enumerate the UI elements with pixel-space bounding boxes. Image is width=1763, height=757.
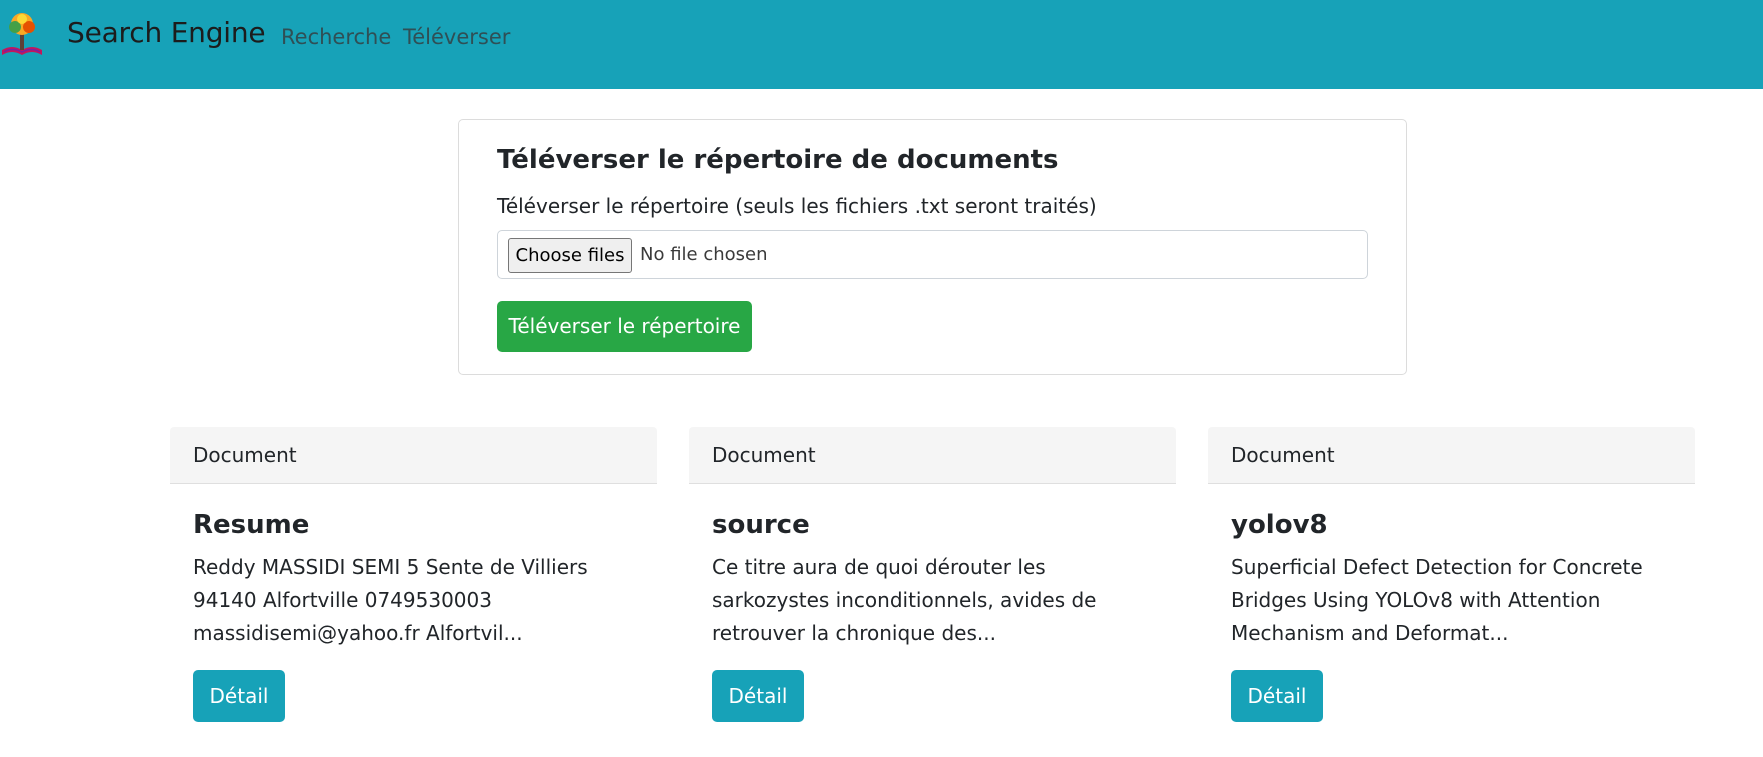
document-title: source [712, 510, 810, 540]
document-card-header: Document [1208, 427, 1695, 484]
file-status-text: No file chosen [640, 244, 768, 265]
nav-link-televerser[interactable]: Téléverser [403, 22, 510, 52]
tree-book-logo-icon[interactable] [0, 10, 44, 60]
document-card-header-label: Document [1231, 443, 1335, 467]
upload-title: Téléverser le répertoire de documents [497, 145, 1059, 175]
document-card: Document source Ce titre aura de quoi dé… [689, 427, 1176, 757]
document-card-header-label: Document [193, 443, 297, 467]
upload-directory-button[interactable]: Téléverser le répertoire [497, 301, 752, 352]
document-excerpt: Ce titre aura de quoi dérouter les sarko… [712, 555, 1097, 645]
upload-card: Téléverser le répertoire de documents Té… [458, 119, 1407, 375]
document-title: yolov8 [1231, 510, 1328, 540]
detail-button[interactable]: Détail [1231, 670, 1323, 722]
document-card-header-label: Document [712, 443, 816, 467]
document-card: Document Resume Reddy MASSIDI SEMI 5 Sen… [170, 427, 657, 757]
upload-label: Téléverser le répertoire (seuls les fich… [497, 194, 1097, 218]
document-card-header: Document [170, 427, 657, 484]
document-card-header: Document [689, 427, 1176, 484]
document-title: Resume [193, 510, 310, 540]
navbar: Search Engine Recherche Téléverser [0, 0, 1763, 89]
detail-button[interactable]: Détail [712, 670, 804, 722]
detail-button[interactable]: Détail [193, 670, 285, 722]
choose-files-button[interactable]: Choose files [508, 238, 632, 273]
nav-link-recherche[interactable]: Recherche [281, 22, 391, 52]
document-card: Document yolov8 Superficial Defect Detec… [1208, 427, 1695, 757]
navbar-brand[interactable]: Search Engine [67, 13, 266, 53]
document-excerpt: Superficial Defect Detection for Concret… [1231, 555, 1643, 645]
file-input[interactable]: Choose files No file chosen [497, 230, 1368, 279]
document-excerpt: Reddy MASSIDI SEMI 5 Sente de Villiers 9… [193, 555, 588, 645]
